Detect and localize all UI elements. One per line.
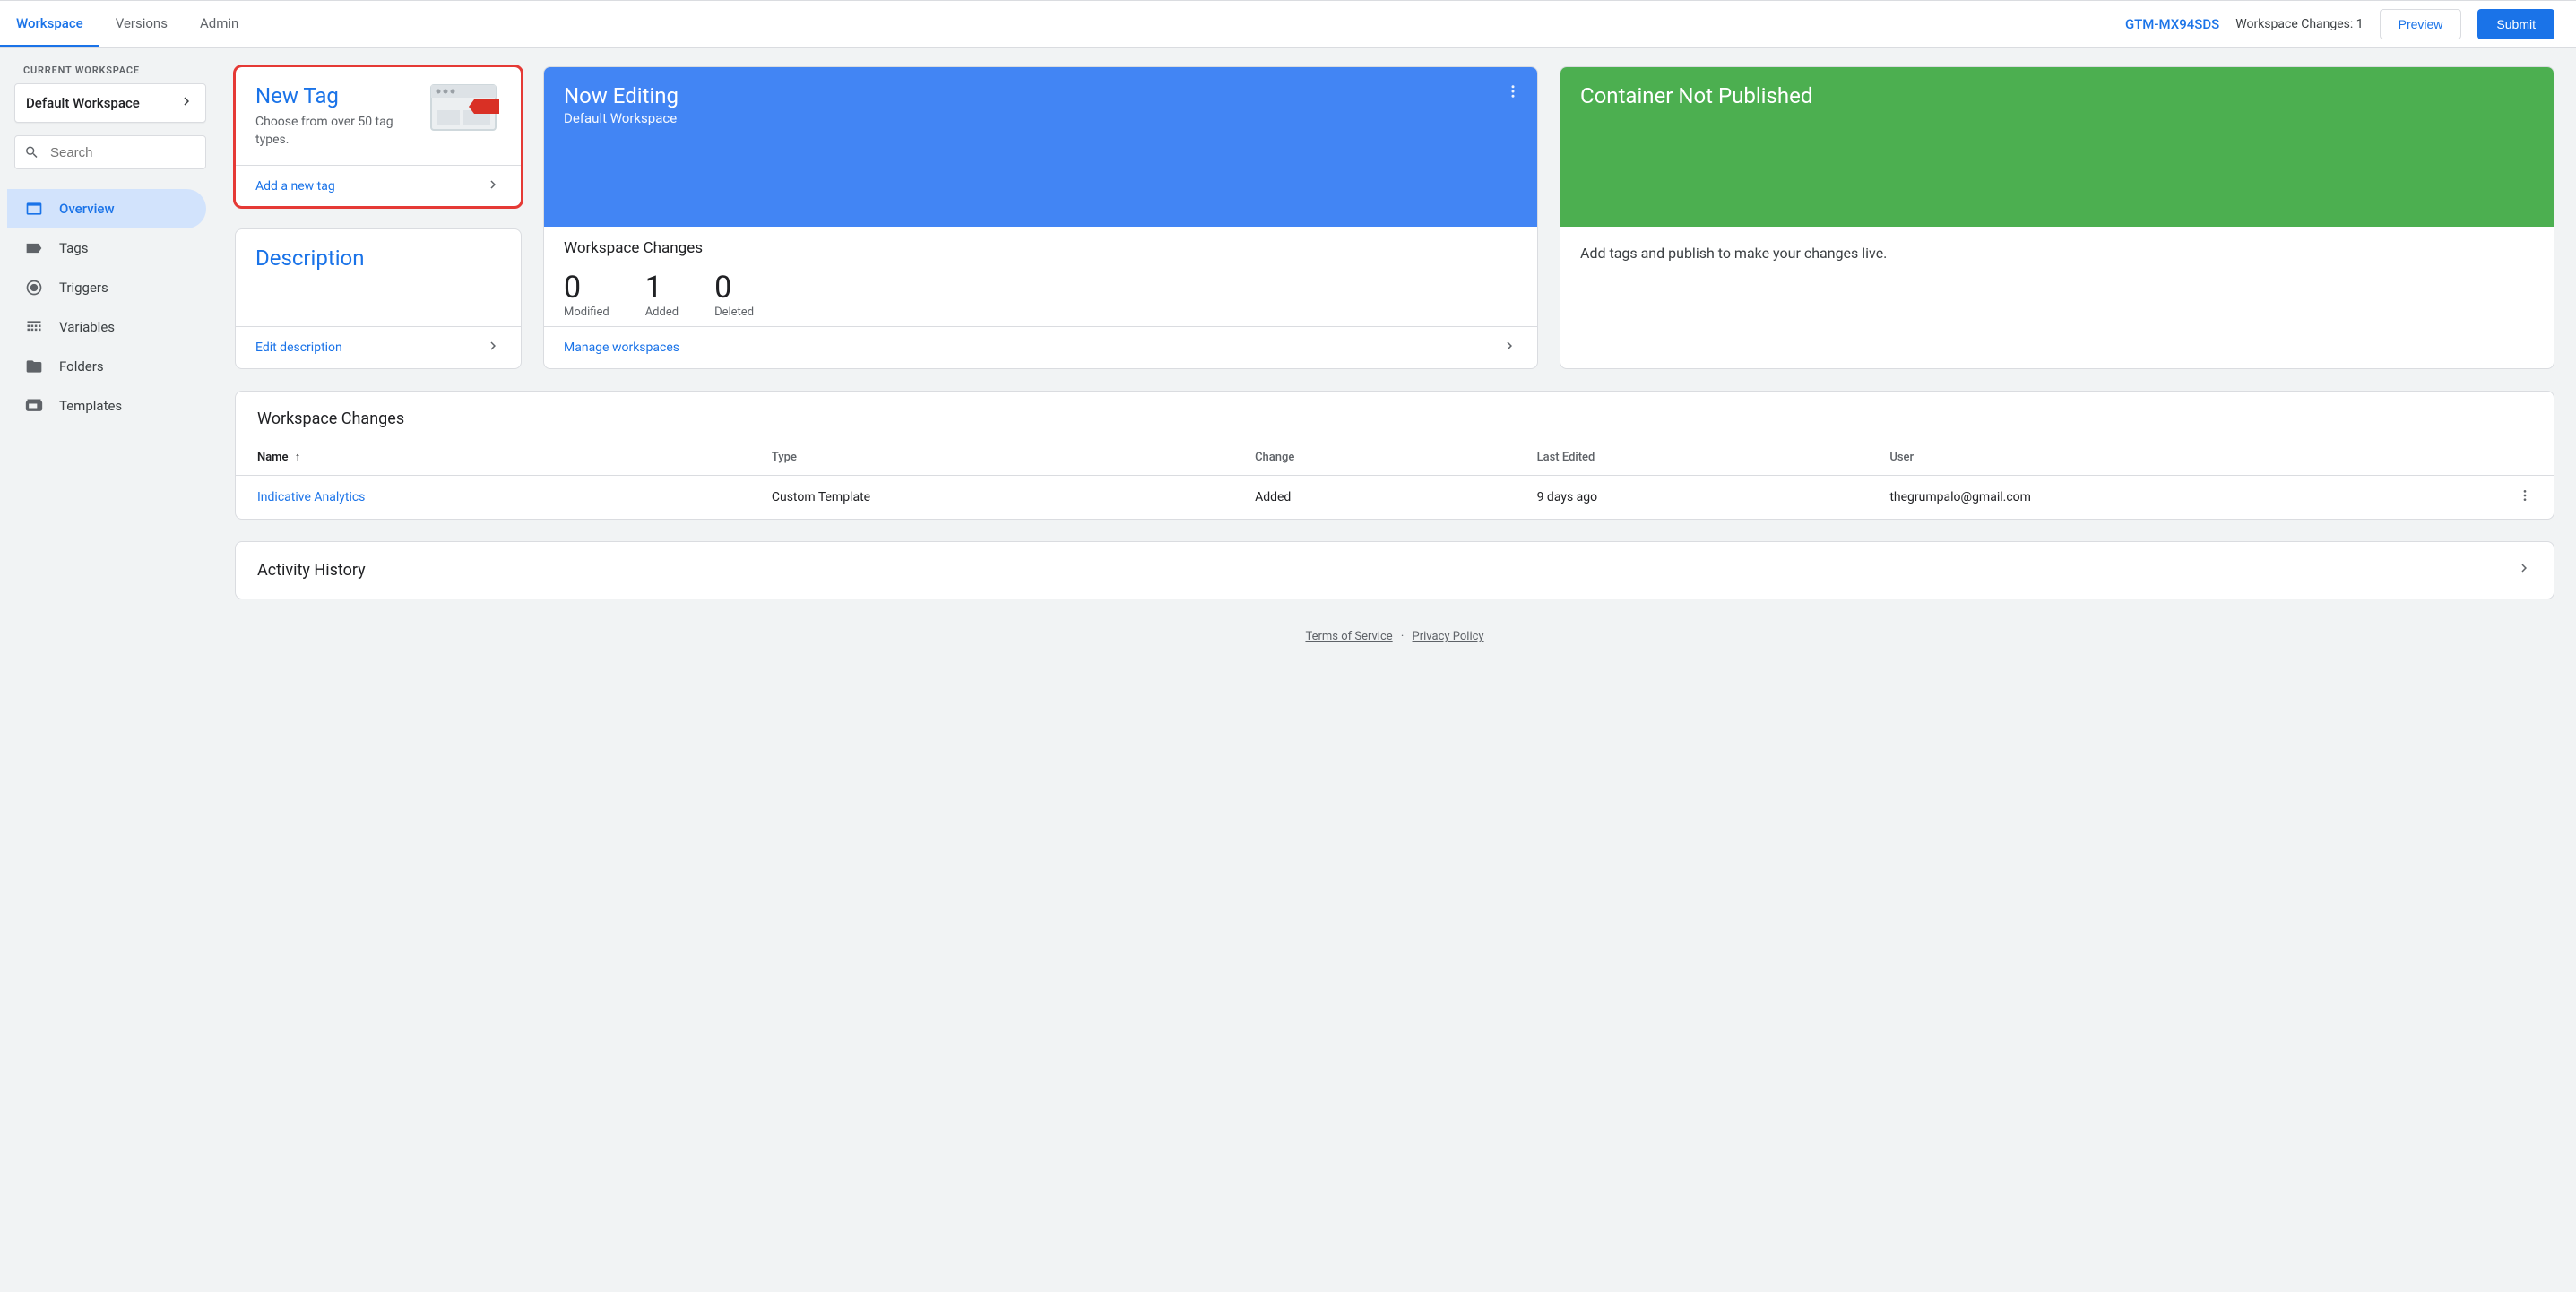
description-title: Description: [255, 245, 365, 305]
manage-workspaces-label: Manage workspaces: [564, 340, 679, 355]
terms-link[interactable]: Terms of Service: [1305, 630, 1392, 643]
edit-description-label: Edit description: [255, 340, 342, 355]
preview-button[interactable]: Preview: [2380, 9, 2462, 39]
search-box[interactable]: [14, 135, 206, 169]
stat-added-value: 1: [645, 270, 679, 306]
now-editing-subtitle: Default Workspace: [564, 110, 1517, 126]
stat-deleted-label: Deleted: [714, 306, 754, 319]
browser-tag-icon: [429, 83, 501, 134]
stat-modified-label: Modified: [564, 306, 609, 319]
now-editing-title: Now Editing: [564, 83, 1517, 108]
sidebar-item-label: Overview: [59, 201, 115, 217]
sidebar-item-overview[interactable]: Overview: [7, 189, 206, 228]
col-user[interactable]: User: [1868, 439, 2496, 476]
sidebar-item-label: Templates: [59, 398, 122, 414]
col-change[interactable]: Change: [1233, 439, 1516, 476]
row-name[interactable]: Indicative Analytics: [236, 476, 750, 520]
submit-button[interactable]: Submit: [2477, 9, 2554, 39]
tab-admin[interactable]: Admin: [184, 1, 255, 47]
tab-versions[interactable]: Versions: [99, 1, 184, 47]
now-editing-menu-icon[interactable]: [1505, 83, 1521, 103]
workspace-selector-name: Default Workspace: [26, 95, 140, 111]
sidebar-item-triggers[interactable]: Triggers: [7, 268, 206, 307]
col-name[interactable]: Name ↑: [236, 439, 750, 476]
sort-asc-icon: ↑: [295, 451, 301, 464]
template-icon: [25, 397, 43, 415]
col-type[interactable]: Type: [750, 439, 1233, 476]
new-tag-title: New Tag: [255, 83, 415, 108]
stat-deleted-value: 0: [714, 270, 754, 306]
workspace-changes-table-card: Workspace Changes Name ↑ Type Change Las…: [235, 391, 2554, 520]
sidebar-item-label: Folders: [59, 358, 104, 375]
top-tabs: Workspace Versions Admin: [0, 1, 255, 47]
not-published-body: Add tags and publish to make your change…: [1560, 227, 2554, 280]
cards-row-top: New Tag Choose from over 50 tag types. A…: [235, 66, 2554, 369]
row-change: Added: [1233, 476, 1516, 520]
sidebar-item-templates[interactable]: Templates: [7, 386, 206, 426]
current-workspace-label: CURRENT WORKSPACE: [7, 65, 206, 83]
chevron-right-icon: [485, 338, 501, 357]
footer: Terms of Service · Privacy Policy: [235, 626, 2554, 661]
activity-history-title: Activity History: [257, 561, 366, 580]
row-edited: 9 days ago: [1516, 476, 1869, 520]
add-new-tag-label: Add a new tag: [255, 179, 335, 194]
sidebar-item-label: Variables: [59, 319, 115, 335]
search-input[interactable]: [50, 145, 196, 160]
workspace-changes-header: Workspace Changes: [544, 227, 1537, 257]
privacy-link[interactable]: Privacy Policy: [1413, 630, 1484, 643]
sidebar-item-folders[interactable]: Folders: [7, 347, 206, 386]
sidebar-item-label: Tags: [59, 240, 88, 256]
container-id[interactable]: GTM-MX94SDS: [2125, 16, 2219, 32]
col-name-label: Name: [257, 451, 288, 464]
col-last-edited[interactable]: Last Edited: [1516, 439, 1869, 476]
workspace-selector[interactable]: Default Workspace: [14, 83, 206, 123]
row-user: thegrumpalo@gmail.com: [1868, 476, 2496, 520]
edit-description-action[interactable]: Edit description: [236, 326, 521, 368]
sidebar-item-label: Triggers: [59, 280, 108, 296]
table-row[interactable]: Indicative Analytics Custom Template Add…: [236, 476, 2554, 520]
top-actions: GTM-MX94SDS Workspace Changes: 1 Preview…: [2125, 9, 2554, 39]
new-tag-subtitle: Choose from over 50 tag types.: [255, 114, 415, 149]
sidebar-item-variables[interactable]: Variables: [7, 307, 206, 347]
tag-icon: [25, 239, 43, 257]
folder-icon: [25, 357, 43, 375]
row-menu-icon[interactable]: [2496, 476, 2554, 520]
workspace-changes-table-title: Workspace Changes: [236, 392, 2554, 439]
stat-modified: 0 Modified: [564, 270, 609, 319]
stats-row: 0 Modified 1 Added 0 Deleted: [544, 257, 1537, 326]
chevron-right-icon: [178, 93, 194, 113]
new-tag-card[interactable]: New Tag Choose from over 50 tag types. A…: [235, 66, 522, 207]
sidebar-nav: Overview Tags Triggers Variables Folders…: [7, 189, 206, 426]
tab-workspace[interactable]: Workspace: [0, 1, 99, 47]
stat-modified-value: 0: [564, 270, 609, 306]
sidebar: CURRENT WORKSPACE Default Workspace Over…: [0, 48, 213, 670]
trigger-icon: [25, 279, 43, 297]
row-type: Custom Template: [750, 476, 1233, 520]
not-published-title: Container Not Published: [1580, 83, 2534, 108]
workspace-changes-table: Name ↑ Type Change Last Edited User Indi…: [236, 439, 2554, 519]
stat-deleted: 0 Deleted: [714, 270, 754, 319]
chevron-right-icon: [1501, 338, 1517, 357]
separator-dot: ·: [1401, 630, 1404, 643]
content-area: New Tag Choose from over 50 tag types. A…: [213, 48, 2576, 670]
top-bar: Workspace Versions Admin GTM-MX94SDS Wor…: [0, 0, 2576, 48]
now-editing-card: Now Editing Default Workspace Workspace …: [543, 66, 1538, 369]
overview-icon: [25, 200, 43, 218]
add-new-tag-action[interactable]: Add a new tag: [236, 165, 521, 207]
stat-added: 1 Added: [645, 270, 679, 319]
variable-icon: [25, 318, 43, 336]
workspace-changes-count: Workspace Changes: 1: [2235, 17, 2363, 31]
search-icon: [24, 143, 39, 161]
chevron-right-icon: [485, 177, 501, 196]
description-card[interactable]: Description Edit description: [235, 228, 522, 369]
stat-added-label: Added: [645, 306, 679, 319]
chevron-right-icon: [2516, 560, 2532, 581]
sidebar-item-tags[interactable]: Tags: [7, 228, 206, 268]
container-not-published-card: Container Not Published Add tags and pub…: [1560, 66, 2554, 369]
activity-history-card[interactable]: Activity History: [235, 541, 2554, 599]
manage-workspaces-action[interactable]: Manage workspaces: [544, 326, 1537, 368]
